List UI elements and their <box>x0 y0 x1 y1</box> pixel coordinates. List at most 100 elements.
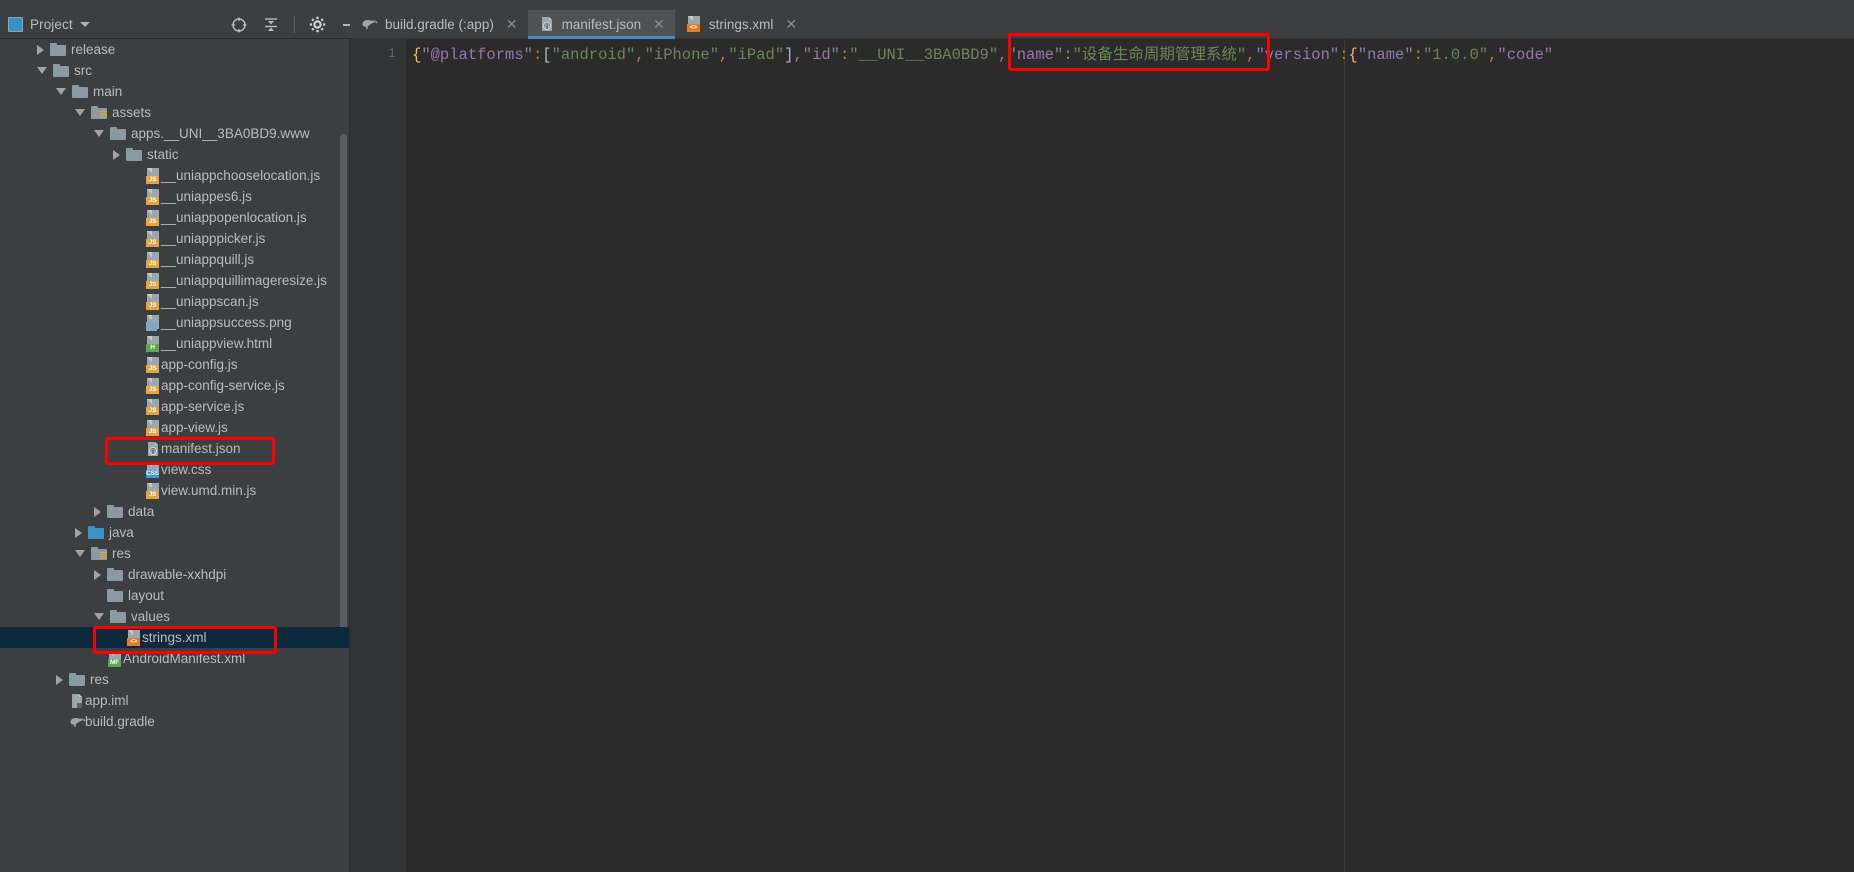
tree-row-label: __uniappquillimageresize.js <box>161 273 327 288</box>
tree-row[interactable]: JS __uniappopenlocation.js <box>0 207 349 228</box>
editor-tab-strings-xml[interactable]: <> strings.xml ✕ <box>675 10 807 38</box>
top-toolbar-remnant <box>0 0 1854 10</box>
chevron-right-icon[interactable] <box>75 527 82 538</box>
close-icon[interactable]: ✕ <box>653 17 665 31</box>
code-token: "iPhone" <box>644 46 720 64</box>
js-file-icon: JS <box>145 356 161 373</box>
code-token: "version" <box>1255 46 1340 64</box>
tree-row[interactable]: main <box>0 81 349 102</box>
code-editor[interactable]: 1 {"@platforms":["android","iPhone","iPa… <box>350 39 1854 872</box>
tree-row[interactable]: assets <box>0 102 349 123</box>
xml-file-icon: <> <box>126 629 142 646</box>
tree-row[interactable]: values <box>0 606 349 627</box>
css-file-icon: CSS <box>145 461 161 478</box>
tree-row[interactable]: res <box>0 543 349 564</box>
tree-row-label: __uniappquill.js <box>161 252 255 267</box>
tree-row-label: app-config-service.js <box>161 378 285 393</box>
resource-folder-icon <box>91 546 107 561</box>
tree-row[interactable]: JS app-service.js <box>0 396 349 417</box>
tree-row[interactable]: JS __uniappquillimageresize.js <box>0 270 349 291</box>
tree-row-label: assets <box>112 105 152 120</box>
tree-row[interactable]: data <box>0 501 349 522</box>
project-view-icon <box>8 16 23 32</box>
tree-row[interactable]: JS __uniappchooselocation.js <box>0 165 349 186</box>
svg-text:{}: {} <box>543 24 549 30</box>
tree-row-label: values <box>131 609 171 624</box>
code-token: { <box>1348 46 1358 64</box>
collapse-all-icon[interactable] <box>262 16 280 34</box>
tree-row[interactable]: JS app-view.js <box>0 417 349 438</box>
tree-row-label: src <box>74 63 92 78</box>
folder-icon <box>107 504 123 519</box>
tree-row[interactable]: build.gradle <box>0 711 349 732</box>
code-token: "__UNI__3BA0BD9" <box>849 46 999 64</box>
tree-row-label: layout <box>128 588 165 603</box>
json-file-icon: {} <box>145 441 161 457</box>
tree-row[interactable]: app.iml <box>0 690 349 711</box>
gear-icon[interactable] <box>309 16 326 33</box>
code-token: [ <box>542 46 552 64</box>
js-file-icon: JS <box>145 188 161 205</box>
tree-row[interactable]: CSS view.css <box>0 459 349 480</box>
close-icon[interactable]: ✕ <box>785 17 797 31</box>
tree-row[interactable]: JS __uniappscan.js <box>0 291 349 312</box>
chevron-right-icon[interactable] <box>56 674 63 685</box>
folder-icon <box>107 567 123 582</box>
code-token: , <box>1488 46 1498 64</box>
tree-row-label: AndroidManifest.xml <box>123 651 246 666</box>
chevron-right-icon[interactable] <box>37 44 44 55</box>
tree-row[interactable]: JS __uniappes6.js <box>0 186 349 207</box>
tree-row[interactable]: MF AndroidManifest.xml <box>0 648 349 669</box>
chevron-down-icon[interactable] <box>75 109 85 116</box>
code-token: : <box>532 46 543 64</box>
tree-row[interactable]: <> strings.xml <box>0 627 349 648</box>
tree-row[interactable]: JS view.umd.min.js <box>0 480 349 501</box>
tree-row[interactable]: JS __uniappquill.js <box>0 249 349 270</box>
chevron-down-icon[interactable] <box>37 67 47 74</box>
chevron-down-icon[interactable] <box>56 88 66 95</box>
tree-row[interactable]: JS app-config.js <box>0 354 349 375</box>
code-line-1[interactable]: {"@platforms":["android","iPhone","iPad"… <box>406 39 1854 872</box>
toolbar-separator <box>294 16 295 33</box>
tree-row[interactable]: apps.__UNI__3BA0BD9.www <box>0 123 349 144</box>
tree-row-label: app-view.js <box>161 420 228 435</box>
tree-row[interactable]: JS __uniapppicker.js <box>0 228 349 249</box>
tree-row[interactable]: java <box>0 522 349 543</box>
tree-row[interactable]: {} manifest.json <box>0 438 349 459</box>
chevron-right-icon[interactable] <box>113 149 120 160</box>
close-icon[interactable]: ✕ <box>506 17 518 31</box>
tree-row-label: app.iml <box>85 693 129 708</box>
chevron-down-icon[interactable] <box>94 613 104 620</box>
tree-row[interactable]: layout <box>0 585 349 606</box>
code-token: , <box>719 46 729 64</box>
tree-row-label: app-config.js <box>161 357 238 372</box>
tree-row-label: __uniappsuccess.png <box>161 315 292 330</box>
tree-row[interactable]: release <box>0 39 349 60</box>
tree-row-label: __uniappchooselocation.js <box>161 168 321 183</box>
folder-icon <box>50 42 66 57</box>
line-number: 1 <box>387 46 396 62</box>
editor-tab-bar: build.gradle (:app) ✕ {} manifest.json ✕ <> st… <box>350 10 1854 39</box>
project-tree[interactable]: release src main assets apps.__UNI__3BA0BD9.… <box>0 39 350 872</box>
editor-tab-build-gradle-app[interactable]: build.gradle (:app) ✕ <box>350 10 528 38</box>
tree-row[interactable]: src <box>0 60 349 81</box>
tree-row-label: data <box>128 504 155 519</box>
editor-tab-manifest-json[interactable]: {} manifest.json ✕ <box>527 10 676 39</box>
code-token: "code" <box>1497 46 1554 64</box>
chevron-down-icon[interactable] <box>79 21 90 27</box>
tree-row[interactable]: JS app-config-service.js <box>0 375 349 396</box>
tree-row[interactable]: res <box>0 669 349 690</box>
crosshair-target-icon[interactable] <box>230 16 248 34</box>
chevron-down-icon[interactable] <box>94 130 104 137</box>
tree-row[interactable]: static <box>0 144 349 165</box>
js-file-icon: JS <box>145 209 161 226</box>
gradle-elephant-icon <box>69 714 86 730</box>
code-token: : <box>1063 46 1073 64</box>
tree-row[interactable]: drawable-xxhdpi <box>0 564 349 585</box>
chevron-right-icon[interactable] <box>94 506 101 517</box>
chevron-right-icon[interactable] <box>94 569 101 580</box>
tree-row-label: app-service.js <box>161 399 245 414</box>
tree-row[interactable]: __uniappsuccess.png <box>0 312 349 333</box>
chevron-down-icon[interactable] <box>75 550 85 557</box>
tree-row[interactable]: H __uniappview.html <box>0 333 349 354</box>
